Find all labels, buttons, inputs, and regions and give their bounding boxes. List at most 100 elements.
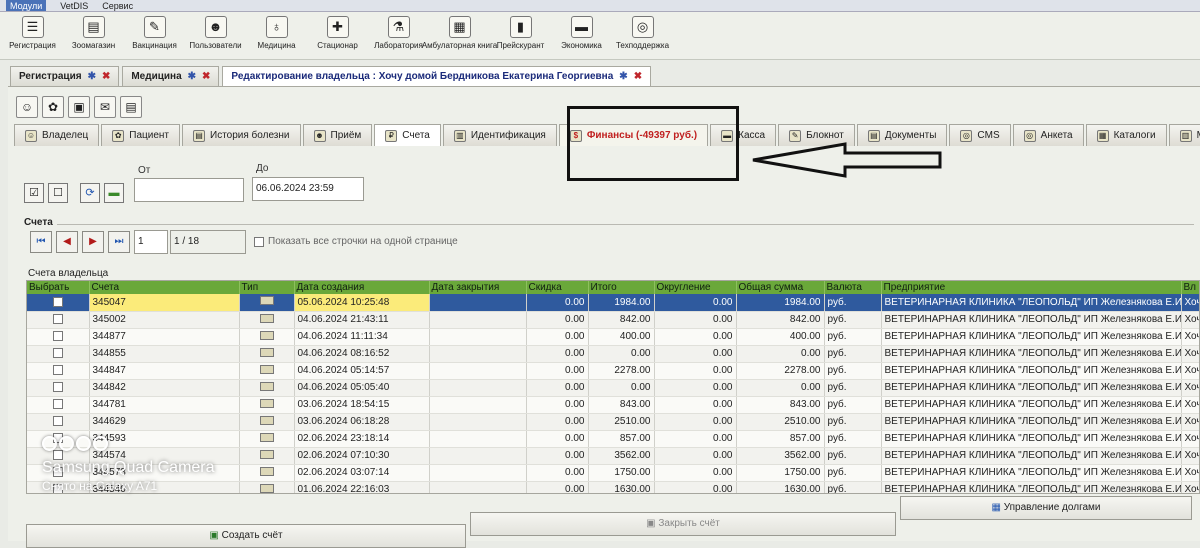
toolbar-button-2[interactable]: ✎ Вакцинация [124,12,185,59]
row-checkbox[interactable] [52,297,63,308]
column-header[interactable]: Выбрать [27,281,90,294]
select-cell[interactable] [27,379,90,397]
select-cell[interactable] [27,294,90,312]
tab-cms[interactable]: ◎ CMS [949,124,1011,146]
owner: Хоч [1181,379,1199,397]
close-icon[interactable]: ✖ [634,67,642,86]
row-checkbox[interactable] [52,416,63,427]
close-icon[interactable]: ✖ [102,67,110,86]
next-page-icon[interactable]: ▶ [82,231,104,253]
pin-icon[interactable]: ✱ [88,67,96,86]
toolbar-button-4[interactable]: ♁ Медицина [246,12,307,59]
total: 1750.00 [588,464,655,482]
menu-item-vetdis[interactable]: VetDIS [60,0,88,11]
refresh-icon[interactable]: ⟳ [80,183,100,203]
page-input[interactable]: 1 [134,230,168,254]
table-row[interactable]: 345002 04.06.2024 21:43:11 0.00 842.00 0.00 8… [27,311,1199,329]
doc-tab-registration[interactable]: Регистрация ✱ ✖ [10,66,120,86]
close-account-button[interactable]: ▣ Закрыть счёт [470,512,896,536]
close-icon[interactable]: ✖ [202,67,210,86]
column-header[interactable]: Тип [239,281,295,294]
create-account-button[interactable]: ▣ Создать счёт [26,524,466,548]
organization: ВЕТЕРИНАРНАЯ КЛИНИКА "ЛЕОПОЛЬД" ИП Желез… [881,328,1182,346]
column-header[interactable]: Дата закрытия [429,281,527,294]
document-icon[interactable]: ▤ [120,96,142,118]
column-header[interactable]: Итого [588,281,655,294]
toolbar-button-7[interactable]: ▦ Амбулаторная книга [422,12,497,59]
select-cell[interactable] [27,396,90,414]
tab-questionnaire[interactable]: ◎ Анкета [1012,124,1084,146]
toolbar-button-10[interactable]: ◎ Техподдержка [612,12,673,59]
toolbar-button-6[interactable]: ⚗ Лаборатория [368,12,429,59]
table-row[interactable]: 344781 03.06.2024 18:54:15 0.00 843.00 0.00 8… [27,396,1199,414]
row-checkbox[interactable] [52,399,63,410]
select-cell[interactable] [27,328,90,346]
select-cell[interactable] [27,362,90,380]
column-header[interactable]: Общая сумма [736,281,825,294]
invoice-type-icon [259,415,274,425]
tab-identification[interactable]: ▥ Идентификация [442,124,557,146]
mail-icon[interactable]: ✉ [94,96,116,118]
toolbar-button-9[interactable]: ▬ Экономика [551,12,612,59]
table-row[interactable]: 344855 04.06.2024 08:16:52 0.00 0.00 0.00 0.0… [27,345,1199,363]
owner: Хоч [1181,413,1199,431]
tab-accounts[interactable]: ₽ Счета [374,124,441,146]
row-checkbox[interactable] [52,365,63,376]
column-header[interactable]: Счета [89,281,240,294]
tab-appointment[interactable]: ☻ Приём [302,124,373,146]
pin-icon[interactable]: ✱ [619,67,627,86]
uncheck-all-button[interactable]: ☐ [48,183,68,203]
tab-patient[interactable]: ✿ Пациент [101,124,180,146]
table-row[interactable]: 345047 05.06.2024 10:25:48 0.00 1984.00 0.00… [27,294,1199,312]
toolbar-button-8[interactable]: ▮ Прейскурант [490,12,551,59]
doc-tab-medicine[interactable]: Медицина ✱ ✖ [122,66,220,86]
debt-management-button[interactable]: ▦ Управление долгами [900,496,1192,520]
show-all-checkbox[interactable] [254,236,264,247]
row-checkbox[interactable] [52,348,63,359]
discount: 0.00 [526,430,589,448]
column-header[interactable]: Дата создания [294,281,430,294]
table-row[interactable]: 344842 04.06.2024 05:05:40 0.00 0.00 0.00 0.0… [27,379,1199,397]
table-row[interactable]: 344629 03.06.2024 06:18:28 0.00 2510.00 0.00… [27,413,1199,431]
prev-page-icon[interactable]: ◀ [56,231,78,253]
tab-owner[interactable]: ☺ Владелец [14,124,100,146]
select-cell[interactable] [27,413,90,431]
currency: руб. [824,345,882,363]
select-cell[interactable] [27,311,90,329]
last-page-icon[interactable]: ⏭ [108,231,130,253]
pin-icon[interactable]: ✱ [188,67,196,86]
column-header[interactable]: Вл [1181,281,1199,294]
first-page-icon[interactable]: ⏮ [30,231,52,253]
column-header[interactable]: Скидка [526,281,589,294]
invoice-type-icon [259,313,274,323]
menu-item-service[interactable]: Сервис [102,0,133,11]
date-from-input[interactable] [134,178,244,202]
toolbar-button-0[interactable]: ☰ Регистрация [2,12,63,59]
toolbar-label: Лаборатория [374,41,423,50]
table-row[interactable]: 344877 04.06.2024 11:11:34 0.00 400.00 0.00 4… [27,328,1199,346]
tab-more[interactable]: ▥М [1168,124,1200,146]
doc-tab-edit-owner[interactable]: Редактирование владельца : Хочу домой Бе… [222,66,652,86]
toolbar-button-1[interactable]: ▤ Зоомагазин [63,12,124,59]
show-all-toggle[interactable]: Показать все строчки на одной странице [254,236,458,247]
tab-catalogs[interactable]: ▦ Каталоги [1085,124,1167,146]
table-row[interactable]: 344847 04.06.2024 05:14:57 0.00 2278.00 0.00… [27,362,1199,380]
tab-medical-history[interactable]: ▤ История болезни [182,124,301,146]
select-cell[interactable] [27,345,90,363]
column-header[interactable]: Округление [654,281,737,294]
pet-icon[interactable]: ✿ [42,96,64,118]
owner-icon[interactable]: ☺ [16,96,38,118]
check-all-button[interactable]: ☑ [24,183,44,203]
print-icon[interactable]: ▣ [68,96,90,118]
column-header[interactable]: Валюта [824,281,882,294]
column-header[interactable]: Предприятие [881,281,1182,294]
toolbar-button-3[interactable]: ☻ Пользователи [185,12,246,59]
row-checkbox[interactable] [52,314,63,325]
row-checkbox[interactable] [52,382,63,393]
menu-item-modules[interactable]: Модули [6,0,47,11]
date-to-input[interactable]: 06.06.2024 23:59 [252,177,364,201]
total: 2510.00 [588,413,655,431]
export-icon[interactable]: ▬ [104,183,124,203]
row-checkbox[interactable] [52,331,63,342]
toolbar-button-5[interactable]: ✚ Стационар [307,12,368,59]
